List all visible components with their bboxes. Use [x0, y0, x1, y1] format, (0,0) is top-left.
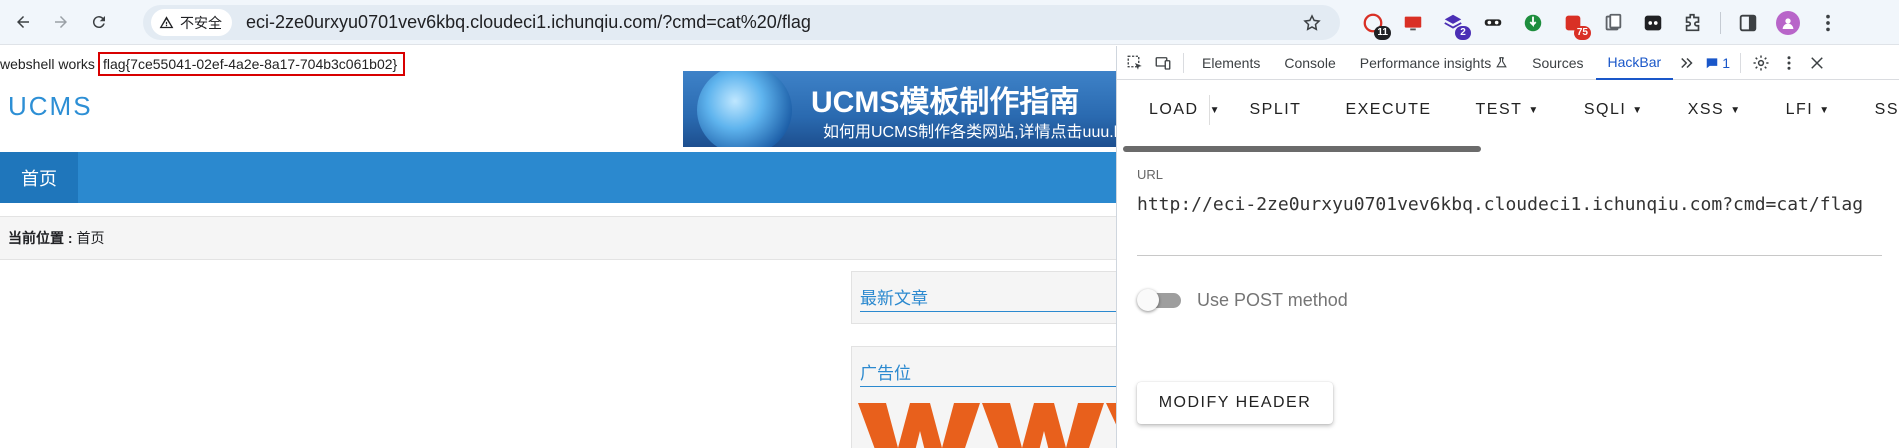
- banner-title: UCMS模板制作指南: [811, 86, 1080, 119]
- extension-a-badge: 11: [1374, 26, 1391, 40]
- forward-button[interactable]: [44, 5, 78, 39]
- extension-h-icon[interactable]: [1638, 8, 1668, 38]
- sqli-menu-button[interactable]: SQLI ▼: [1584, 101, 1644, 119]
- caret-down-icon: ▼: [1528, 104, 1540, 116]
- issues-indicator[interactable]: 1: [1701, 46, 1734, 80]
- test-menu-button[interactable]: TEST ▼: [1476, 101, 1540, 119]
- nav-home-link[interactable]: 首页: [0, 152, 78, 203]
- modify-header-button[interactable]: MODIFY HEADER: [1137, 382, 1333, 424]
- close-devtools-icon[interactable]: [1803, 49, 1831, 77]
- tab-performance-insights[interactable]: Performance insights: [1348, 46, 1520, 80]
- banner-subtitle: 如何用UCMS制作各类网站,详情点击uuu.la: [823, 124, 1116, 141]
- url-field[interactable]: http://eci-2ze0urxyu0701vev6kbq.cloudeci…: [1137, 192, 1882, 217]
- load-button[interactable]: LOAD: [1149, 101, 1199, 119]
- sqli-label: SQLI: [1583, 101, 1627, 118]
- url-field-label: URL: [1137, 167, 1164, 182]
- toolbar-divider: [1720, 12, 1721, 34]
- address-bar[interactable]: 不安全 eci-2ze0urxyu0701vev6kbq.cloudeci1.i…: [143, 5, 1340, 40]
- test-label: TEST: [1475, 101, 1523, 118]
- main-navbar: 首页: [0, 152, 1116, 203]
- back-button[interactable]: [6, 5, 40, 39]
- extension-e-icon[interactable]: [1518, 8, 1548, 38]
- message-icon: [1706, 57, 1718, 68]
- execute-button[interactable]: EXECUTE: [1345, 101, 1431, 119]
- security-label: 不安全: [180, 14, 222, 31]
- breadcrumb: 当前位置 : 首页: [0, 216, 1116, 260]
- flag-highlight-box: flag{7ce55041-02ef-4a2e-8a17-704b3c061b0…: [97, 52, 406, 76]
- flask-icon: [1496, 57, 1507, 68]
- back-arrow-icon: [17, 16, 29, 28]
- lfi-label: LFI: [1785, 101, 1814, 118]
- side-panel-icon[interactable]: [1733, 8, 1763, 38]
- more-tabs-icon[interactable]: [1673, 49, 1701, 77]
- latest-articles-box: 最新文章: [851, 271, 1116, 324]
- breadcrumb-label: 当前位置 :: [8, 230, 73, 246]
- tab-elements[interactable]: Elements: [1190, 46, 1272, 80]
- latest-articles-title: 最新文章: [860, 284, 1116, 312]
- site-logo[interactable]: UCMS: [8, 91, 93, 122]
- globe-image: [697, 71, 792, 147]
- hackbar-menu: LOAD ▼ SPLIT EXECUTE TEST ▼ SQLI ▼ XSS ▼ LF…: [1117, 81, 1899, 139]
- extensions-tray: 11 2 75: [1358, 8, 1843, 40]
- devtools-divider: [1183, 52, 1184, 73]
- bookmark-star-icon[interactable]: [1302, 13, 1322, 33]
- load-dropdown-icon[interactable]: ▼: [1208, 95, 1219, 125]
- extension-a-icon[interactable]: 11: [1358, 8, 1391, 40]
- profile-avatar[interactable]: [1773, 8, 1803, 38]
- reload-button[interactable]: [82, 5, 116, 39]
- tab-hackbar[interactable]: HackBar: [1595, 46, 1674, 80]
- puzzle-icon[interactable]: [1678, 8, 1708, 38]
- xss-label: XSS: [1687, 101, 1725, 118]
- lfi-menu-button[interactable]: LFI ▼: [1786, 101, 1831, 119]
- caret-down-icon: ▼: [1730, 104, 1742, 116]
- browser-toolbar: 不安全 eci-2ze0urxyu0701vev6kbq.cloudeci1.i…: [0, 0, 1899, 45]
- reload-icon: [92, 16, 105, 29]
- horizontal-scrollbar[interactable]: [1123, 146, 1481, 152]
- extension-f-badge: 75: [1573, 26, 1591, 40]
- devtools-tabbar: Elements Console Performance insights So…: [1117, 46, 1899, 80]
- extension-d-icon[interactable]: [1478, 8, 1508, 38]
- settings-gear-icon[interactable]: [1747, 49, 1775, 77]
- xss-menu-button[interactable]: XSS ▼: [1688, 101, 1742, 119]
- post-method-toggle[interactable]: [1137, 286, 1185, 314]
- caret-down-icon: ▼: [1819, 104, 1831, 116]
- url-text[interactable]: eci-2ze0urxyu0701vev6kbq.cloudeci1.ichun…: [246, 12, 811, 33]
- tab-console[interactable]: Console: [1272, 46, 1347, 80]
- breadcrumb-home-link[interactable]: 首页: [76, 228, 104, 248]
- ads-box: 广告位: [851, 346, 1116, 448]
- warning-triangle-icon: [159, 16, 174, 29]
- split-button[interactable]: SPLIT: [1249, 101, 1301, 119]
- flag-text: flag{7ce55041-02ef-4a2e-8a17-704b3c061b0…: [102, 56, 398, 72]
- inspect-element-icon[interactable]: [1121, 49, 1149, 77]
- device-toolbar-icon[interactable]: [1149, 49, 1177, 77]
- ad-image[interactable]: [858, 393, 1116, 448]
- browser-menu-icon[interactable]: [1813, 8, 1843, 38]
- ssti-menu-button[interactable]: SSTI: [1875, 101, 1899, 119]
- issues-count: 1: [1722, 54, 1730, 71]
- banner-ad[interactable]: UCMS模板制作指南 如何用UCMS制作各类网站,详情点击uuu.la: [683, 71, 1116, 147]
- extension-b-icon[interactable]: [1398, 8, 1428, 38]
- security-chip[interactable]: 不安全: [151, 9, 232, 36]
- extension-c-icon[interactable]: 2: [1438, 8, 1471, 40]
- devtools-divider-2: [1739, 52, 1741, 73]
- extension-f-icon[interactable]: 75: [1558, 8, 1591, 40]
- devtools-panel: Elements Console Performance insights So…: [1116, 46, 1899, 448]
- toggle-thumb: [1137, 289, 1159, 311]
- web-page: webshell works flag{7ce55041-02ef-4a2e-8a…: [0, 46, 1116, 448]
- webshell-output: webshell works flag{7ce55041-02ef-4a2e-8a…: [0, 52, 406, 76]
- url-field-underline: [1137, 255, 1882, 256]
- devtools-menu-icon[interactable]: [1775, 49, 1803, 77]
- extension-g-icon[interactable]: [1598, 8, 1628, 38]
- webshell-text: webshell works: [0, 56, 95, 72]
- post-method-label: Use POST method: [1197, 290, 1348, 310]
- caret-down-icon: ▼: [1632, 104, 1644, 116]
- ads-title: 广告位: [860, 359, 1116, 387]
- tab-sources[interactable]: Sources: [1520, 46, 1595, 80]
- tab-performance-insights-label: Performance insights: [1359, 54, 1492, 71]
- extension-c-badge: 2: [1455, 26, 1471, 40]
- forward-arrow-icon: [55, 16, 67, 28]
